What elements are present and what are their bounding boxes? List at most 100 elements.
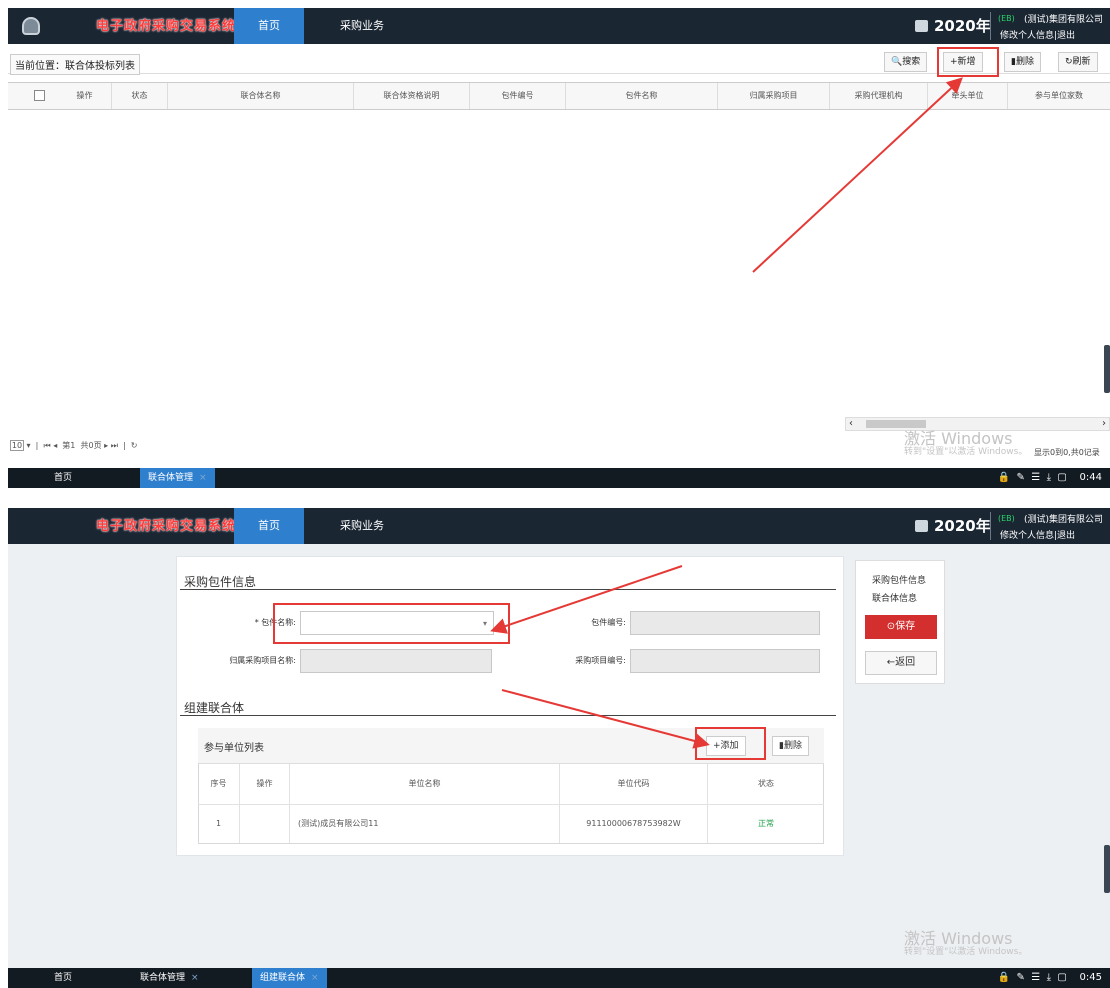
download-icon[interactable]: ⤓ bbox=[1047, 972, 1051, 983]
column-header[interactable]: 包件编号 bbox=[470, 83, 566, 109]
column-header[interactable]: 牵头单位 bbox=[928, 83, 1008, 109]
page-number[interactable]: 第1 bbox=[62, 441, 75, 450]
user-links[interactable]: 修改个人信息|退出 bbox=[1000, 28, 1075, 41]
calendar-icon bbox=[915, 520, 928, 532]
refresh-icon[interactable]: ↻ bbox=[131, 441, 138, 450]
year-selector[interactable]: 2020年 bbox=[934, 15, 991, 36]
side-panel-handle[interactable] bbox=[1104, 845, 1110, 893]
table-header-cell: 序号 bbox=[198, 764, 240, 804]
top-bar: 电子政府采购交易系统 首页 采购业务 2020年 (EB) (测试)集团有限公司… bbox=[8, 8, 1110, 44]
section-divider bbox=[180, 715, 836, 716]
right-action-panel: 采购包件信息 联合体信息 ⊙保存 ←返回 bbox=[855, 560, 945, 684]
package-no-field[interactable] bbox=[630, 611, 820, 635]
top-bar: 电子政府采购交易系统 首页 采购业务 2020年 (EB) (测试)集团有限公司… bbox=[8, 508, 1110, 544]
save-button[interactable]: ⊙保存 bbox=[865, 615, 937, 639]
settings-icon[interactable]: ☰ bbox=[1031, 472, 1040, 483]
anchor-union-info[interactable]: 联合体信息 bbox=[872, 591, 917, 604]
next-page-icon[interactable]: ▸ bbox=[104, 441, 108, 450]
delete-button[interactable]: ▮删除 bbox=[1004, 52, 1041, 72]
breadcrumb: 当前位置：联合体投标列表 bbox=[10, 54, 140, 75]
page-total: 共0页 bbox=[80, 441, 102, 450]
page-size-select[interactable]: 10 bbox=[10, 440, 24, 451]
close-icon[interactable]: × bbox=[311, 973, 319, 983]
side-panel-handle[interactable] bbox=[1104, 345, 1110, 393]
scroll-left-icon[interactable]: ‹ bbox=[849, 418, 853, 429]
nav-business-tab[interactable]: 采购业务 bbox=[340, 508, 384, 544]
taskbar-tab-union[interactable]: 联合体管理 × bbox=[140, 968, 199, 988]
close-icon[interactable]: × bbox=[191, 973, 199, 983]
lock-icon[interactable]: 🔒 bbox=[998, 472, 1010, 483]
table-header-cell: 单位名称 bbox=[290, 764, 560, 804]
taskbar-home[interactable]: 首页 bbox=[54, 968, 72, 988]
windows-watermark-hint: 转到"设置"以激活 Windows。 bbox=[904, 947, 1028, 957]
project-name-field[interactable] bbox=[300, 649, 492, 673]
table-header-cell: 操作 bbox=[240, 764, 290, 804]
window-icon[interactable]: ▢ bbox=[1057, 972, 1066, 983]
table-header: 操作 状态 联合体名称 联合体资格说明 包件编号 包件名称 归属采购项目 采购代… bbox=[8, 82, 1110, 110]
settings-icon[interactable]: ☰ bbox=[1031, 972, 1040, 983]
column-header[interactable]: 操作 bbox=[58, 83, 112, 109]
cell-operation[interactable] bbox=[240, 805, 290, 843]
column-header[interactable]: 联合体资格说明 bbox=[354, 83, 470, 109]
nav-home-tab[interactable]: 首页 bbox=[234, 8, 304, 44]
highlight-package-box bbox=[273, 603, 510, 644]
year-selector[interactable]: 2020年 bbox=[934, 515, 991, 536]
user-links[interactable]: 修改个人信息|退出 bbox=[1000, 528, 1075, 541]
first-page-icon[interactable]: ⏮ bbox=[43, 441, 50, 450]
column-header[interactable]: 归属采购项目 bbox=[718, 83, 830, 109]
column-header[interactable]: 状态 bbox=[112, 83, 168, 109]
refresh-icon: ↻ bbox=[1065, 57, 1073, 67]
screenshot-stage: 电子政府采购交易系统 首页 采购业务 2020年 (EB) (测试)集团有限公司… bbox=[0, 0, 1110, 988]
user-badge: (EB) bbox=[998, 514, 1015, 523]
section-title-package: 采购包件信息 bbox=[184, 575, 257, 589]
taskbar-tab-union[interactable]: 联合体管理 × bbox=[140, 468, 215, 488]
scroll-right-icon[interactable]: › bbox=[1102, 418, 1106, 429]
column-header[interactable]: 包件名称 bbox=[566, 83, 718, 109]
column-header[interactable]: 联合体名称 bbox=[168, 83, 354, 109]
divider bbox=[990, 12, 991, 40]
brand-title: 电子政府采购交易系统 bbox=[96, 19, 237, 34]
clock: 0:45 bbox=[1079, 972, 1102, 983]
select-all-checkbox[interactable] bbox=[34, 90, 45, 101]
prev-page-icon[interactable]: ◂ bbox=[53, 441, 57, 450]
window-icon[interactable]: ▢ bbox=[1057, 472, 1066, 483]
close-icon[interactable]: × bbox=[199, 473, 207, 483]
project-no-field[interactable] bbox=[630, 649, 820, 673]
anchor-package-info[interactable]: 采购包件信息 bbox=[872, 573, 926, 586]
search-button[interactable]: 🔍搜索 bbox=[884, 52, 928, 72]
column-header[interactable]: 参与单位家数 bbox=[1008, 83, 1110, 109]
pin-icon[interactable]: ✎ bbox=[1017, 972, 1025, 983]
record-info: 显示0到0,共0记录 bbox=[1034, 448, 1100, 457]
brand-title: 电子政府采购交易系统 bbox=[96, 519, 237, 534]
section-divider bbox=[180, 589, 836, 590]
cell-unit-code: 91110000678753982W bbox=[560, 805, 708, 843]
column-header[interactable]: 采购代理机构 bbox=[830, 83, 928, 109]
label-package-no: 包件编号: bbox=[591, 618, 626, 627]
cell-index: 1 bbox=[198, 805, 240, 843]
download-icon[interactable]: ⤓ bbox=[1047, 472, 1051, 483]
back-button[interactable]: ←返回 bbox=[865, 651, 937, 675]
pin-icon[interactable]: ✎ bbox=[1017, 472, 1025, 483]
delete-participant-button[interactable]: ▮删除 bbox=[772, 736, 809, 756]
lock-icon[interactable]: 🔒 bbox=[998, 972, 1010, 983]
system-tray: 🔒 ✎ ☰ ⤓ ▢ 0:44 bbox=[998, 468, 1102, 488]
search-icon: 🔍 bbox=[891, 57, 903, 67]
calendar-icon bbox=[915, 20, 928, 32]
taskbar-tab-build-union[interactable]: 组建联合体 × bbox=[252, 968, 327, 988]
divider bbox=[990, 512, 991, 540]
app-logo-icon bbox=[22, 17, 40, 35]
nav-business-tab[interactable]: 采购业务 bbox=[340, 8, 384, 44]
cell-unit-name: (测试)成员有限公司11 bbox=[290, 805, 560, 843]
org-name: (测试)集团有限公司 bbox=[1024, 15, 1104, 25]
pager: 10 ▾ | ⏮ ◂ 第1 共0页 ▸ ⏭ | ↻ bbox=[10, 440, 138, 451]
taskbar-home[interactable]: 首页 bbox=[54, 468, 72, 488]
highlight-add-box bbox=[937, 47, 999, 77]
clock: 0:44 bbox=[1079, 472, 1102, 483]
org-name: (测试)集团有限公司 bbox=[1024, 515, 1104, 525]
refresh-button[interactable]: ↻刷新 bbox=[1058, 52, 1098, 72]
chevron-down-icon[interactable]: ▾ bbox=[27, 441, 31, 450]
windows-watermark-hint: 转到"设置"以激活 Windows。 bbox=[904, 447, 1028, 457]
nav-home-tab[interactable]: 首页 bbox=[234, 508, 304, 544]
last-page-icon[interactable]: ⏭ bbox=[111, 441, 118, 450]
participants-title: 参与单位列表 bbox=[204, 743, 264, 754]
